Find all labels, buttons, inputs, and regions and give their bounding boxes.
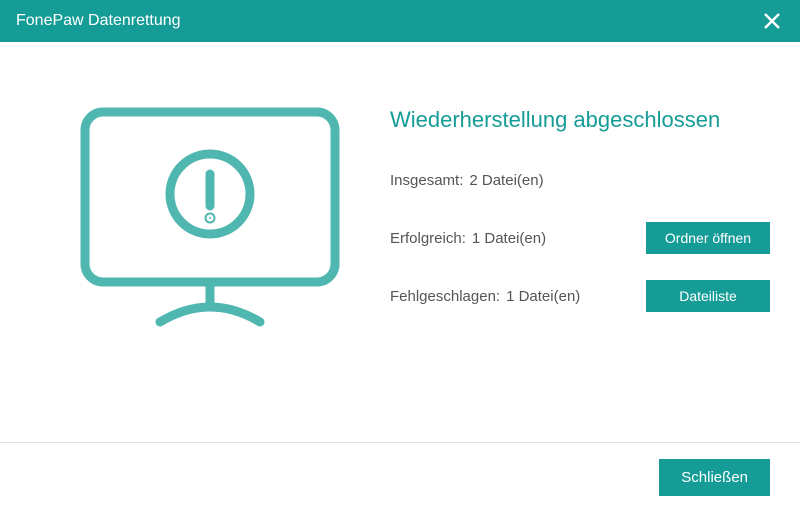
file-list-button[interactable]: Dateiliste xyxy=(646,280,770,312)
footer-bar: Schließen xyxy=(0,442,800,512)
recovery-complete-heading: Wiederherstellung abgeschlossen xyxy=(390,107,770,133)
failed-row: Fehlgeschlagen: 1 Datei(en) Dateiliste xyxy=(390,279,770,313)
results-panel: Wiederherstellung abgeschlossen Insgesam… xyxy=(390,82,770,412)
failed-label: Fehlgeschlagen: xyxy=(390,288,500,305)
success-row: Erfolgreich: 1 Datei(en) Ordner öffnen xyxy=(390,221,770,255)
success-value: 1 Datei(en) xyxy=(472,230,646,247)
close-icon[interactable] xyxy=(760,9,784,33)
title-bar: FonePaw Datenrettung xyxy=(0,0,800,42)
illustration-panel xyxy=(30,82,390,412)
success-label: Erfolgreich: xyxy=(390,230,466,247)
app-title: FonePaw Datenrettung xyxy=(16,12,181,30)
close-button[interactable]: Schließen xyxy=(659,459,770,496)
total-row: Insgesamt: 2 Datei(en) xyxy=(390,163,770,197)
main-content: Wiederherstellung abgeschlossen Insgesam… xyxy=(0,42,800,432)
failed-value: 1 Datei(en) xyxy=(506,288,646,305)
total-label: Insgesamt: xyxy=(390,172,463,189)
total-value: 2 Datei(en) xyxy=(469,172,770,189)
monitor-warning-icon xyxy=(70,102,350,357)
open-folder-button[interactable]: Ordner öffnen xyxy=(646,222,770,254)
